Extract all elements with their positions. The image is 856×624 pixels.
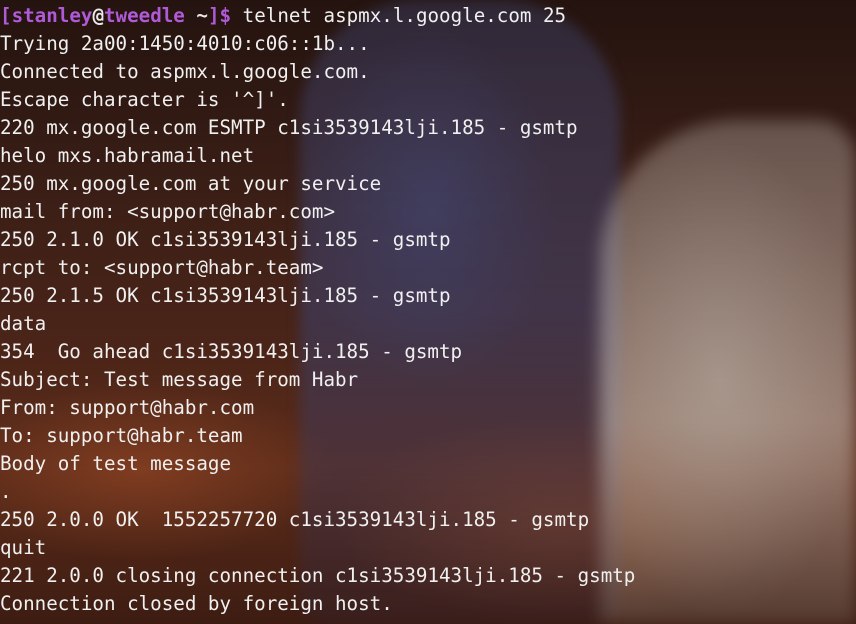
output-line: 221 2.0.0 closing connection c1si3539143… [0,564,636,587]
output-line: rcpt to: <support@habr.team> [0,256,324,279]
output-line: 250 2.1.0 OK c1si3539143lji.185 - gsmtp [0,228,451,251]
wallpaper-figure-right [600,120,856,624]
prompt-line: [stanley@tweedle ~]$ telnet aspmx.l.goog… [0,2,635,30]
output-line: mail from: <support@habr.com> [0,200,336,223]
prompt-at: @ [92,4,104,27]
output-line: Connected to aspmx.l.google.com. [0,60,370,83]
output-line: Trying 2a00:1450:4010:c06::1b... [0,32,370,55]
output-line: 354 Go ahead c1si3539143lji.185 - gsmtp [0,340,463,363]
output-line: 250 2.1.5 OK c1si3539143lji.185 - gsmtp [0,284,451,307]
output-line: data [0,312,47,335]
terminal-output: [stanley@tweedle ~]$ telnet aspmx.l.goog… [0,2,635,618]
prompt-user: stanley [11,4,93,27]
output-line: . [0,480,12,503]
output-line: 250 2.0.0 OK 1552257720 c1si3539143lji.1… [0,508,590,531]
command-text: telnet aspmx.l.google.com 25 [231,4,567,27]
output-line: From: support@habr.com [0,396,255,419]
output-line: 250 mx.google.com at your service [0,172,382,195]
output-line: Subject: Test message from Habr [0,368,359,391]
terminal-window[interactable]: [stanley@tweedle ~]$ telnet aspmx.l.goog… [0,0,856,624]
output-line: Connection closed by foreign host. [0,592,393,615]
output-line: quit [0,536,47,559]
prompt-open-bracket: [ [0,4,12,27]
output-line: Escape character is '^]'. [0,88,289,111]
prompt-dollar: $ [219,4,232,27]
prompt-path: ~ [184,4,208,27]
output-line: To: support@habr.team [0,424,243,447]
output-line: Body of test message [0,452,232,475]
prompt-host: tweedle [104,4,185,27]
output-line: helo mxs.habramail.net [0,144,255,167]
prompt-close-bracket: ] [207,4,220,27]
output-line: 220 mx.google.com ESMTP c1si3539143lji.1… [0,116,578,139]
